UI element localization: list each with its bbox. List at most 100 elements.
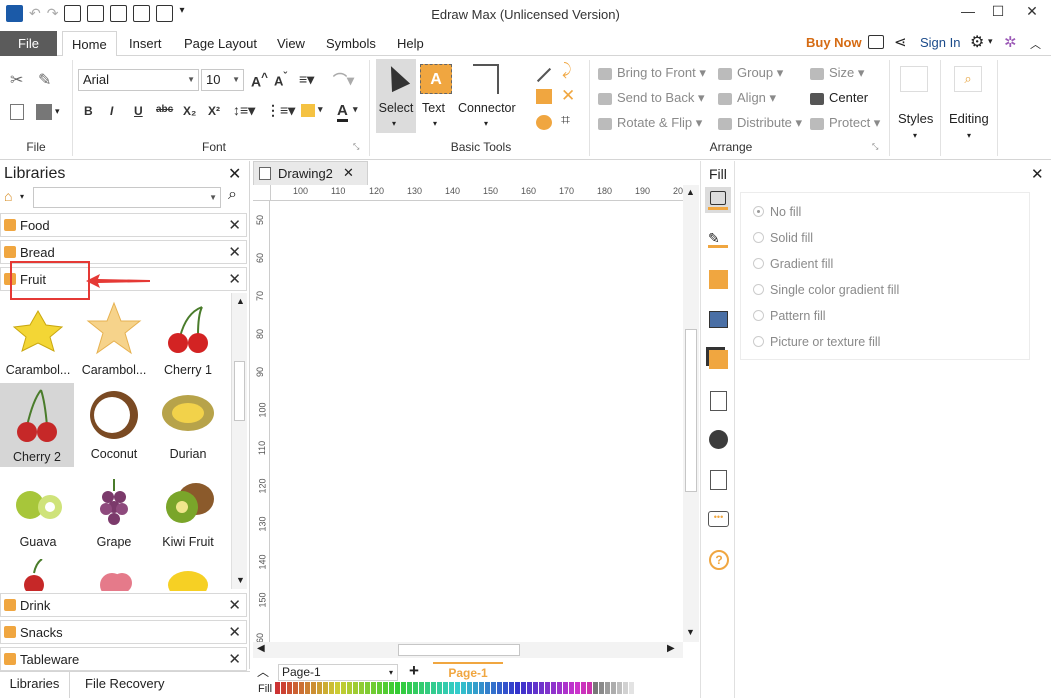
color-swatch[interactable] — [371, 682, 376, 694]
color-swatch[interactable] — [323, 682, 328, 694]
color-palette[interactable] — [275, 682, 635, 696]
color-swatch[interactable] — [389, 682, 394, 694]
color-swatch[interactable] — [587, 682, 592, 694]
font-family-select[interactable]: Arial ▼ — [78, 69, 199, 91]
color-swatch[interactable] — [467, 682, 472, 694]
scrollbar-thumb[interactable] — [234, 361, 245, 421]
editing-dropdown-icon[interactable]: ▾ — [967, 131, 971, 140]
text-highlight-icon[interactable] — [301, 104, 315, 117]
minimize-button[interactable]: — — [953, 3, 983, 23]
sign-in-link[interactable]: Sign In — [920, 35, 960, 50]
italic-icon[interactable]: I — [110, 104, 113, 118]
color-swatch[interactable] — [473, 682, 478, 694]
color-swatch[interactable] — [341, 682, 346, 694]
ellipse-tool-icon[interactable] — [536, 115, 552, 130]
send-to-back-button[interactable]: Send to Back ▾ — [598, 90, 704, 106]
styles-icon[interactable] — [900, 66, 928, 92]
arc-tool-icon[interactable]: ⤸ — [562, 62, 572, 80]
strikethrough-icon[interactable]: abc — [156, 104, 173, 115]
shape-coconut[interactable]: Coconut — [77, 383, 151, 461]
library-search-input[interactable]: ▼ — [33, 187, 221, 208]
color-swatch[interactable] — [461, 682, 466, 694]
close-icon[interactable]: ✕ — [228, 623, 241, 641]
connector-dropdown-icon[interactable]: ▾ — [484, 119, 488, 128]
attachment-icon[interactable] — [710, 470, 727, 490]
close-icon[interactable]: ✕ — [228, 270, 241, 288]
shape-partial-2[interactable] — [77, 559, 151, 591]
color-swatch[interactable] — [359, 682, 364, 694]
buy-now-link[interactable]: Buy Now — [806, 35, 862, 50]
settings-dropdown-icon[interactable]: ▾ — [988, 36, 993, 47]
libraries-close-icon[interactable]: ✕ — [228, 164, 241, 184]
color-swatch[interactable] — [557, 682, 562, 694]
rotate-flip-button[interactable]: Rotate & Flip ▾ — [598, 115, 702, 131]
fill-option-pattern[interactable]: Pattern fill — [753, 309, 826, 323]
home-dropdown-icon[interactable]: ▾ — [20, 192, 24, 201]
scroll-down-icon[interactable]: ▼ — [236, 575, 245, 585]
color-swatch[interactable] — [437, 682, 442, 694]
color-swatch[interactable] — [311, 682, 316, 694]
tab-home[interactable]: Home — [62, 31, 117, 57]
shape-partial-1[interactable] — [1, 558, 75, 591]
scroll-down-icon[interactable]: ▼ — [686, 627, 695, 637]
size-button[interactable]: Size ▾ — [810, 65, 864, 81]
library-scrollbar[interactable]: ▲ ▼ — [231, 293, 247, 589]
help-icon[interactable]: ? — [709, 550, 729, 570]
color-swatch[interactable] — [329, 682, 334, 694]
align-text-icon[interactable]: ≡▾ — [299, 71, 314, 88]
format-painter-icon[interactable]: ✂ — [10, 70, 23, 90]
bullets-icon[interactable]: ⋮≡▾ — [266, 102, 295, 119]
color-swatch[interactable] — [521, 682, 526, 694]
color-swatch[interactable] — [353, 682, 358, 694]
collapse-ribbon-icon[interactable]: ︿ — [1030, 36, 1041, 52]
underline-icon[interactable]: U — [134, 104, 143, 118]
close-icon[interactable]: ✕ — [228, 243, 241, 261]
connector-tool-label[interactable]: Connector — [458, 101, 516, 115]
line-style-icon[interactable]: ✎ — [708, 230, 728, 248]
canvas-vertical-scrollbar[interactable]: ▲ ▼ — [683, 185, 699, 642]
text-tool-icon[interactable]: A — [420, 64, 452, 94]
color-swatch[interactable] — [281, 682, 286, 694]
color-swatch[interactable] — [449, 682, 454, 694]
home-icon[interactable]: ⌂ — [4, 188, 12, 204]
fill-option-picture[interactable]: Picture or texture fill — [753, 335, 880, 349]
canvas-horizontal-scrollbar[interactable]: ◀ ▶ — [253, 642, 683, 658]
scrollbar-thumb[interactable] — [685, 329, 697, 492]
tab-file-recovery[interactable]: File Recovery — [85, 676, 164, 691]
color-swatch[interactable] — [443, 682, 448, 694]
brush-icon[interactable]: ✎ — [38, 70, 51, 90]
text-tool-dropdown-icon[interactable]: ▾ — [433, 119, 437, 128]
font-color-dropdown-icon[interactable]: ▾ — [353, 104, 358, 115]
copy-icon[interactable] — [10, 104, 24, 120]
theme-icon[interactable]: ✲ — [1004, 33, 1017, 51]
shape-carambola-1[interactable]: Carambol... — [1, 299, 75, 377]
color-swatch[interactable] — [485, 682, 490, 694]
color-swatch[interactable] — [275, 682, 280, 694]
tab-page-layout[interactable]: Page Layout — [175, 31, 266, 56]
fill-option-solid[interactable]: Solid fill — [753, 231, 813, 245]
cart-icon[interactable] — [868, 35, 884, 49]
color-swatch[interactable] — [383, 682, 388, 694]
color-swatch[interactable] — [617, 682, 622, 694]
color-swatch[interactable] — [599, 682, 604, 694]
connector-tool-icon[interactable] — [473, 64, 499, 94]
line-spacing-curve-icon[interactable]: ⌒▾ — [333, 70, 354, 90]
color-swatch[interactable] — [365, 682, 370, 694]
fill-tool-button[interactable] — [705, 187, 731, 213]
color-swatch[interactable] — [575, 682, 580, 694]
subscript-icon[interactable]: X₂ — [183, 104, 196, 118]
rectangle-tool-icon[interactable] — [536, 89, 552, 104]
color-swatch[interactable] — [401, 682, 406, 694]
font-color-icon[interactable]: A — [337, 102, 348, 122]
settings-gear-icon[interactable]: ⚙ — [970, 32, 984, 52]
color-swatch[interactable] — [569, 682, 574, 694]
line-tool-icon[interactable] — [536, 67, 552, 83]
superscript-icon[interactable]: X² — [208, 104, 220, 118]
maximize-button[interactable]: ☐ — [983, 3, 1013, 23]
search-icon[interactable]: ⌕ — [228, 186, 237, 204]
layer-icon[interactable] — [709, 350, 728, 369]
document-tab[interactable]: Drawing2 ✕ — [253, 161, 368, 185]
globe-icon[interactable] — [709, 430, 728, 449]
library-category-tableware[interactable]: Tableware ✕ — [0, 647, 247, 671]
group-button[interactable]: Group ▾ — [718, 65, 783, 81]
